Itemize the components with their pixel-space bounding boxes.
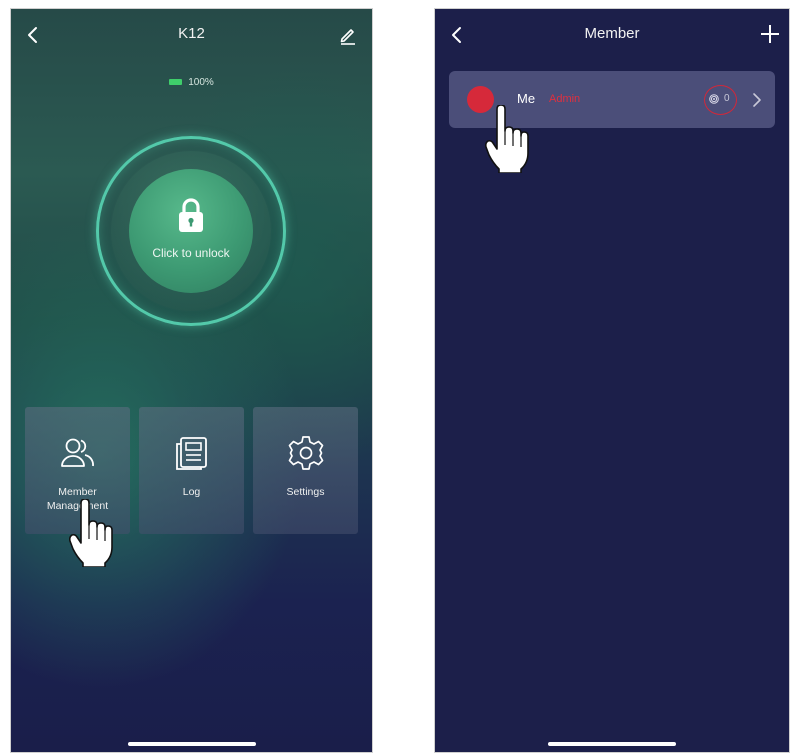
battery-icon	[169, 79, 183, 86]
device-title: K12	[178, 25, 205, 42]
top-bar: Member	[435, 9, 789, 61]
tile-settings[interactable]: Settings	[253, 407, 358, 534]
unlock-ring: Click to unlock	[96, 136, 286, 326]
fingerprint-icon	[709, 94, 719, 104]
battery-status: 100%	[11, 77, 372, 88]
tile-label: Log	[182, 486, 201, 498]
settings-gear-icon	[288, 436, 323, 470]
lock-home-screen: K12 100% Click to unlock Member Manageme…	[10, 8, 373, 753]
chevron-right-icon	[753, 93, 761, 107]
member-name: Me	[517, 91, 536, 106]
log-icon	[175, 437, 207, 470]
plus-icon	[761, 25, 779, 43]
home-indicator	[127, 742, 256, 746]
member-list-screen: Member Me Admin 0	[434, 8, 790, 753]
fingerprint-count: 0	[724, 93, 730, 104]
edit-button[interactable]	[336, 23, 360, 47]
unlock-label: Click to unlock	[152, 246, 230, 260]
avatar	[467, 86, 494, 113]
fingerprint-highlight: 0	[704, 85, 737, 115]
padlock-icon	[179, 198, 203, 232]
add-member-button[interactable]	[757, 21, 783, 47]
pencil-icon	[340, 29, 355, 45]
tile-label: Member Management	[46, 486, 109, 512]
members-icon	[60, 438, 94, 467]
battery-level: 100%	[188, 77, 214, 88]
top-bar: K12	[11, 9, 372, 61]
unlock-button[interactable]: Click to unlock	[129, 169, 253, 293]
member-role-badge: Admin	[549, 93, 581, 105]
home-indicator	[548, 742, 676, 746]
tile-log[interactable]: Log	[139, 407, 244, 534]
tile-member-management[interactable]: Member Management	[25, 407, 130, 534]
tile-label: Settings	[286, 486, 325, 498]
page-title: Member	[584, 25, 640, 42]
unlock-halo: Click to unlock	[111, 151, 271, 311]
member-row[interactable]: Me Admin 0	[449, 71, 775, 128]
